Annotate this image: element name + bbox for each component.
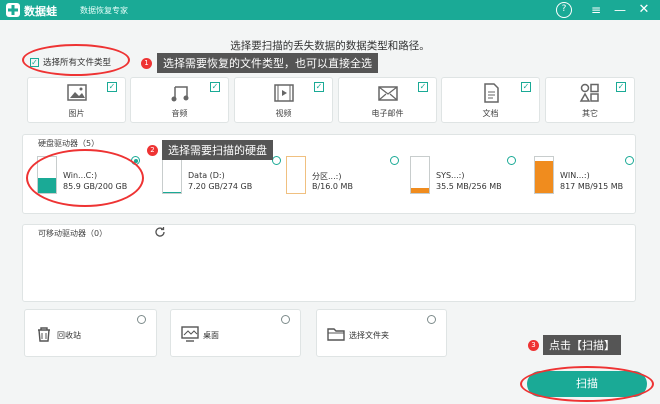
- check-icon[interactable]: ✓: [521, 82, 531, 92]
- file-type-label: 图片: [68, 109, 85, 118]
- file-type-label: 音频: [171, 109, 188, 118]
- drive-win-radio[interactable]: [625, 156, 634, 165]
- file-type-email[interactable]: ✓ 电子邮件: [338, 77, 437, 123]
- location-recycle-bin[interactable]: 回收站: [24, 309, 157, 357]
- callout-3: 点击【扫描】: [543, 335, 621, 355]
- frog-logo-icon: [6, 3, 20, 17]
- others-icon: [579, 83, 599, 102]
- close-icon[interactable]: ✕: [636, 2, 652, 18]
- file-type-label: 其它: [582, 109, 598, 118]
- file-type-audio[interactable]: ✓ 音频: [130, 77, 229, 123]
- file-type-label: 文档: [482, 109, 499, 118]
- check-icon[interactable]: ✓: [314, 82, 324, 92]
- disk-icon: [286, 156, 306, 194]
- location-desktop[interactable]: 桌面: [170, 309, 301, 357]
- file-type-document[interactable]: ✓ 文档: [441, 77, 540, 123]
- help-icon[interactable]: ?: [556, 2, 572, 18]
- removable-drives-title: 可移动驱动器（0）: [38, 229, 108, 238]
- location-label: 选择文件夹: [349, 331, 389, 340]
- annotation-ellipse-1: [22, 44, 130, 76]
- audio-icon: [171, 86, 188, 102]
- drive-size: 35.5 MB/256 MB: [436, 182, 502, 191]
- location-select-folder[interactable]: 选择文件夹: [316, 309, 447, 357]
- drive-size: 817 MB/915 MB: [560, 182, 624, 191]
- drive-size: 7.20 GB/274 GB: [188, 182, 253, 191]
- drive-name: SYS...:): [436, 171, 465, 180]
- annotation-ellipse-2: [26, 149, 144, 207]
- disk-icon: [410, 156, 430, 194]
- drive-name: WIN...:): [560, 171, 590, 180]
- recycle-bin-icon: [38, 327, 50, 342]
- file-type-label: 电子邮件: [371, 109, 404, 118]
- location-radio[interactable]: [427, 315, 436, 324]
- refresh-icon[interactable]: [154, 226, 166, 238]
- location-radio[interactable]: [281, 315, 290, 324]
- callout-number-2: 2: [147, 145, 158, 156]
- check-icon[interactable]: ✓: [107, 82, 117, 92]
- hard-drives-title: 硬盘驱动器（5）: [38, 139, 100, 148]
- file-type-image[interactable]: ✓ 图片: [27, 77, 126, 123]
- app-subtitle: 数据恢复专家: [80, 6, 128, 15]
- drive-sys[interactable]: SYS...:) 35.5 MB/256 MB: [410, 156, 520, 196]
- drive-d[interactable]: Data (D:) 7.20 GB/274 GB: [162, 156, 272, 196]
- disk-icon: [162, 156, 182, 194]
- check-icon[interactable]: ✓: [418, 82, 428, 92]
- email-icon: [377, 86, 398, 101]
- file-type-others[interactable]: ✓ 其它: [545, 77, 635, 123]
- check-icon[interactable]: ✓: [616, 82, 626, 92]
- video-icon: [273, 84, 294, 102]
- drive-d-radio[interactable]: [272, 156, 281, 165]
- drive-partition-radio[interactable]: [390, 156, 399, 165]
- folder-icon: [327, 328, 345, 341]
- drive-name: Data (D:): [188, 171, 225, 180]
- drive-partition[interactable]: 分区...:) B/16.0 MB: [286, 156, 396, 196]
- menu-icon[interactable]: ≡: [588, 2, 604, 18]
- document-icon: [483, 83, 499, 103]
- file-type-label: 视频: [275, 109, 292, 118]
- drive-size: B/16.0 MB: [312, 182, 353, 191]
- app-name: 数据蛙: [24, 5, 57, 18]
- image-icon: [66, 84, 87, 101]
- desktop-icon: [181, 326, 199, 342]
- callout-number-1: 1: [141, 58, 152, 69]
- location-label: 桌面: [203, 331, 219, 340]
- location-label: 回收站: [57, 331, 81, 340]
- removable-drives-panel: [22, 224, 636, 302]
- annotation-ellipse-3: [520, 366, 654, 402]
- disk-icon: [534, 156, 554, 194]
- callout-1: 选择需要恢复的文件类型，也可以直接全选: [157, 53, 378, 73]
- drive-sys-radio[interactable]: [507, 156, 516, 165]
- location-radio[interactable]: [137, 315, 146, 324]
- drive-name: 分区...:): [312, 172, 342, 181]
- check-icon[interactable]: ✓: [210, 82, 220, 92]
- file-type-video[interactable]: ✓ 视频: [234, 77, 333, 123]
- minimize-icon[interactable]: —: [612, 2, 628, 18]
- callout-2: 选择需要扫描的硬盘: [162, 140, 273, 160]
- callout-number-3: 3: [528, 340, 539, 351]
